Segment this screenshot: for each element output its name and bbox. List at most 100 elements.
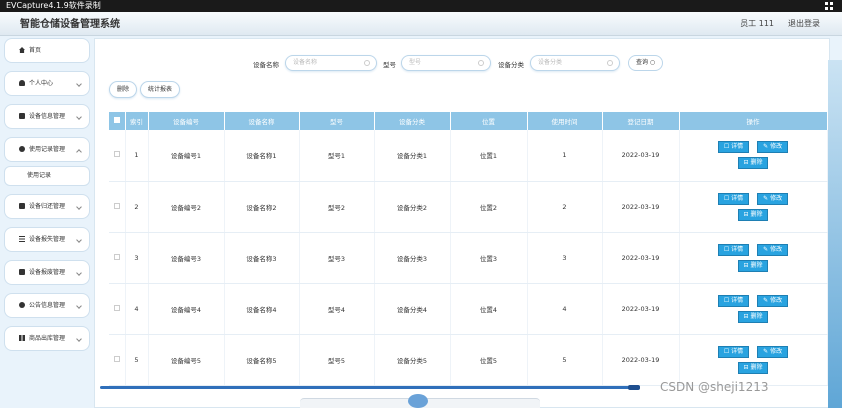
sidebar-item-label: 设备归还管理 [29, 203, 66, 210]
column-header: 设备分类 [374, 112, 451, 130]
table-cell: 位置2 [450, 181, 528, 233]
sidebar-item-label: 首页 [29, 47, 42, 54]
lock-icon [19, 203, 25, 209]
sidebar-item-device-info[interactable]: 设备信息管理 [4, 104, 90, 129]
detail-button[interactable]: ☐ 详情 [717, 243, 750, 256]
row-checkbox[interactable] [113, 202, 120, 209]
model-input[interactable]: 型号 [401, 55, 491, 71]
sidebar-item-profile[interactable]: 个人中心 [4, 71, 90, 96]
detail-button[interactable]: ☐ 详情 [717, 345, 750, 358]
model-label: 型号 [383, 61, 396, 69]
search-bar: 设备名称 设备名称 型号 型号 设备分类 设备分类 查询 ○ [95, 54, 831, 74]
category-input[interactable]: 设备分类 [530, 55, 620, 71]
records-table: 索引 设备编号 设备名称 型号 设备分类 位置 使用时间 登记日期 操作 1 设备… [109, 112, 828, 386]
table-row: 4 设备编号4 设备名称4 型号4 设备分类4 位置4 4 2022-03-19 ☐ 详情 ✎ 修… [109, 283, 828, 335]
horizontal-scrollbar[interactable] [100, 386, 640, 389]
sidebar-item-home[interactable]: 首页 [4, 38, 90, 63]
select-all-checkbox[interactable] [113, 117, 120, 123]
table-cell: 设备编号1 [148, 130, 225, 182]
sidebar-item-label: 商品出库管理 [29, 335, 66, 342]
edit-button[interactable]: ✎ 修改 [757, 243, 789, 256]
chevron-down-icon [76, 270, 82, 276]
stats-report-button[interactable]: 统计报表 [140, 81, 180, 98]
row-checkbox[interactable] [113, 355, 120, 362]
row-select-cell[interactable] [109, 334, 126, 386]
row-delete-button[interactable]: ⊟ 删除 [737, 259, 769, 272]
table-cell: 2 [125, 181, 149, 233]
table-cell: 设备编号2 [148, 181, 225, 233]
table-cell: 2022-03-19 [602, 181, 680, 233]
select-all-header[interactable] [109, 112, 126, 130]
edit-button[interactable]: ✎ 修改 [757, 141, 789, 154]
chevron-down-icon [76, 114, 82, 120]
row-actions-cell: ☐ 详情 ✎ 修改 ⊟ 删除 [679, 232, 828, 284]
sidebar-item-label: 设备报废管理 [29, 269, 66, 276]
table-cell: 型号4 [299, 283, 375, 335]
row-select-cell[interactable] [109, 130, 126, 182]
edit-button[interactable]: ✎ 修改 [757, 192, 789, 205]
current-user: 员工 111 [740, 19, 774, 28]
sidebar-subitem-usage-record[interactable]: 使用记录 [4, 166, 90, 186]
table-row: 5 设备编号5 设备名称5 型号5 设备分类5 位置5 5 2022-03-19 ☐ 详情 ✎ 修… [109, 334, 828, 386]
sidebar-item-label: 公告信息管理 [29, 302, 66, 309]
sidebar-item-notices[interactable]: 公告信息管理 [4, 293, 90, 318]
row-checkbox[interactable] [113, 253, 120, 260]
scrollbar-thumb[interactable] [628, 385, 640, 390]
detail-button[interactable]: ☐ 详情 [717, 192, 750, 205]
sidebar-item-outbound[interactable]: 商品出库管理 [4, 326, 90, 351]
row-delete-button[interactable]: ⊟ 删除 [737, 157, 769, 170]
clear-icon[interactable] [478, 60, 484, 66]
sidebar-item-label: 使用记录管理 [29, 146, 66, 153]
table-cell: 设备名称5 [224, 334, 300, 386]
row-actions-cell: ☐ 详情 ✎ 修改 ⊟ 删除 [679, 334, 828, 386]
table-cell: 位置4 [450, 283, 528, 335]
watermark: CSDN @sheji1213 [660, 380, 769, 394]
grid-icon[interactable] [825, 2, 834, 10]
table-cell: 2022-03-19 [602, 130, 680, 182]
chevron-down-icon [76, 336, 82, 342]
row-select-cell[interactable] [109, 181, 126, 233]
chevron-down-icon [76, 303, 82, 309]
main-content: 设备名称 设备名称 型号 型号 设备分类 设备分类 查询 ○ 删除 统计报表 索… [94, 38, 830, 408]
detail-button[interactable]: ☐ 详情 [717, 141, 750, 154]
sidebar-item-device-loss[interactable]: 设备报失管理 [4, 227, 90, 252]
table-cell: 3 [125, 232, 149, 284]
sidebar-item-label: 设备信息管理 [29, 113, 66, 120]
table-cell: 5 [125, 334, 149, 386]
column-header: 操作 [679, 112, 828, 130]
row-delete-button[interactable]: ⊟ 删除 [737, 310, 769, 323]
row-checkbox[interactable] [113, 304, 120, 311]
table-cell: 位置3 [450, 232, 528, 284]
table-cell: 2022-03-19 [602, 334, 680, 386]
chevron-up-icon [76, 149, 82, 155]
column-header: 位置 [450, 112, 528, 130]
clear-icon[interactable] [607, 60, 613, 66]
table-cell: 型号3 [299, 232, 375, 284]
row-delete-button[interactable]: ⊟ 删除 [737, 361, 769, 374]
column-header: 登记日期 [602, 112, 680, 130]
edit-button[interactable]: ✎ 修改 [757, 345, 789, 358]
logout-link[interactable]: 退出登录 [788, 18, 820, 29]
device-name-input[interactable]: 设备名称 [285, 55, 377, 71]
detail-button[interactable]: ☐ 详情 [717, 294, 750, 307]
query-button[interactable]: 查询 ○ [628, 55, 664, 71]
recorder-title: EVCapture4.1.9软件录制 [6, 1, 101, 10]
table-cell: 型号2 [299, 181, 375, 233]
row-checkbox[interactable] [113, 151, 120, 158]
table-row: 3 设备编号3 设备名称3 型号3 设备分类3 位置3 3 2022-03-19 ☐ 详情 ✎ 修… [109, 232, 828, 284]
delete-button[interactable]: 删除 [109, 81, 137, 98]
row-select-cell[interactable] [109, 283, 126, 335]
sidebar-item-device-return[interactable]: 设备归还管理 [4, 194, 90, 219]
table-cell: 位置1 [450, 130, 528, 182]
clear-icon[interactable] [364, 60, 370, 66]
edit-button[interactable]: ✎ 修改 [757, 294, 789, 307]
house-icon [19, 47, 25, 53]
record-control-button[interactable] [408, 394, 428, 408]
row-delete-button[interactable]: ⊟ 删除 [737, 208, 769, 221]
sidebar-item-usage-records[interactable]: 使用记录管理 [4, 137, 90, 162]
row-select-cell[interactable] [109, 232, 126, 284]
table-cell: 3 [527, 232, 603, 284]
app-header: 智能仓储设备管理系统 员工 111 退出登录 [0, 12, 842, 36]
sidebar-item-device-scrap[interactable]: 设备报废管理 [4, 260, 90, 285]
table-cell: 设备名称3 [224, 232, 300, 284]
